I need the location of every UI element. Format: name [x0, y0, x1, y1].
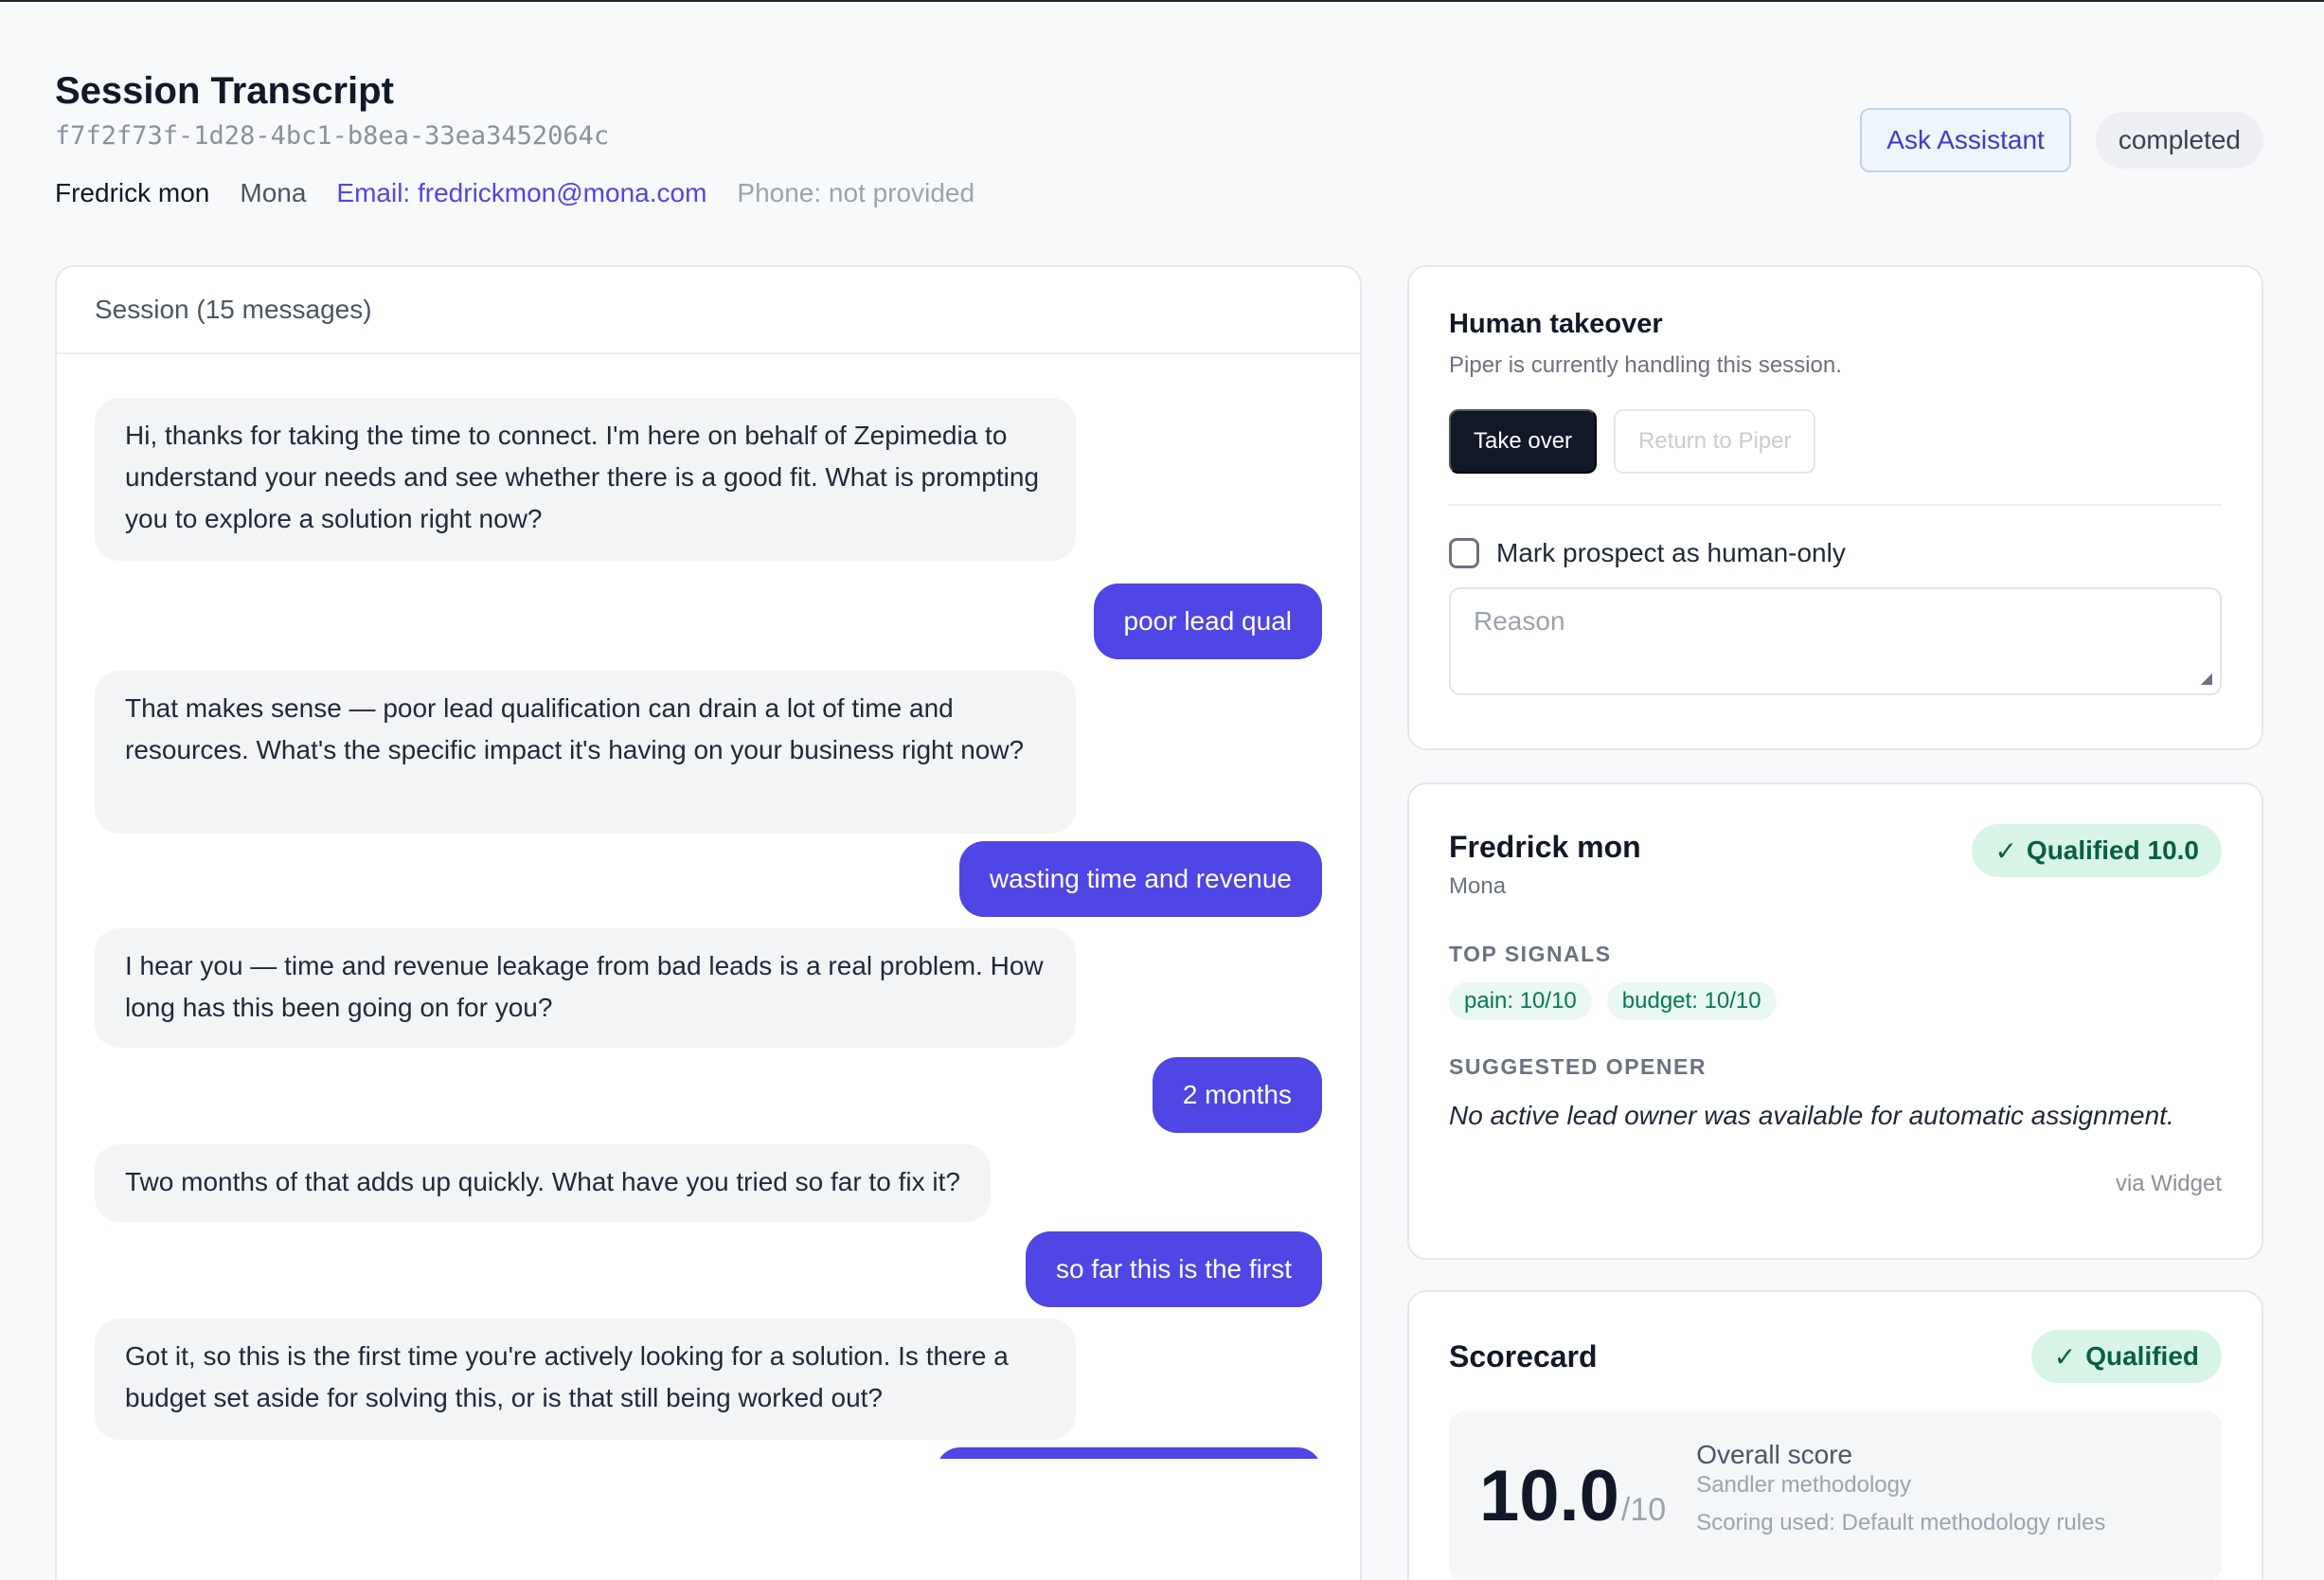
prospect-name: Fredrick mon: [55, 178, 210, 207]
human-takeover-panel: Human takeover Piper is currently handli…: [1407, 265, 2263, 750]
overall-score-box: 10.0 /10 Overall score Sandler methodolo…: [1449, 1411, 2222, 1580]
bot-message: Two months of that adds up quickly. What…: [95, 1144, 991, 1222]
prospect-company: Mona: [240, 178, 307, 207]
user-message: 2 months: [1152, 1057, 1322, 1133]
qualified-badge-label: Qualified 10.0: [2026, 835, 2199, 865]
score-max: /10: [1620, 1492, 1667, 1528]
score-meta: Overall score Sandler methodology Scorin…: [1696, 1437, 2105, 1541]
signal-chips: pain: 10/10 budget: 10/10: [1449, 982, 2222, 1020]
prospect-phone: Phone: not provided: [737, 178, 975, 207]
message-list[interactable]: Hi, thanks for taking the time to connec…: [57, 354, 1360, 1459]
user-message: [936, 1447, 1322, 1459]
scorecard-header: Scorecard ✓ Qualified: [1449, 1330, 2222, 1383]
bot-message: I hear you — time and revenue leakage fr…: [95, 928, 1076, 1048]
opener-heading: SUGGESTED OPENER: [1449, 1054, 1707, 1079]
transcript-header: Session (15 messages): [57, 267, 1360, 354]
qualified-badge: ✓ Qualified 10.0: [1972, 824, 2222, 877]
lead-header: Fredrick mon Mona ✓ Qualified 10.0: [1449, 824, 2222, 900]
lead-company: Mona: [1449, 873, 1507, 899]
scorecard-panel: Scorecard ✓ Qualified 10.0 /10 Overall s…: [1407, 1290, 2263, 1580]
signal-chip: pain: 10/10: [1449, 982, 1592, 1020]
reason-textarea[interactable]: Reason ◢: [1449, 587, 2222, 695]
return-to-piper-button[interactable]: Return to Piper: [1614, 409, 1816, 474]
bot-message: Got it, so this is the first time you're…: [95, 1319, 1076, 1440]
check-icon: ✓: [1994, 835, 2017, 866]
lead-summary-panel: Fredrick mon Mona ✓ Qualified 10.0 TOP S…: [1407, 782, 2263, 1260]
human-only-checkbox[interactable]: [1449, 538, 1479, 568]
score-rules: Scoring used: Default methodology rules: [1696, 1510, 2106, 1535]
takeover-title: Human takeover: [1449, 309, 1663, 339]
transcript-panel: Session (15 messages) Hi, thanks for tak…: [55, 265, 1362, 1580]
resize-grip-icon[interactable]: ◢: [2201, 669, 2212, 688]
scorecard-title: Scorecard: [1449, 1338, 1598, 1374]
status-badge: completed: [2095, 112, 2263, 169]
reason-placeholder: Reason: [1474, 606, 1565, 636]
divider: [1449, 504, 2222, 506]
bot-message: That makes sense — poor lead qualificati…: [95, 671, 1076, 834]
ask-assistant-button[interactable]: Ask Assistant: [1860, 108, 2071, 172]
user-message: wasting time and revenue: [958, 841, 1322, 917]
user-message: so far this is the first: [1026, 1231, 1322, 1307]
scorecard-badge-label: Qualified: [2085, 1341, 2199, 1371]
takeover-actions: Take over Return to Piper: [1449, 409, 2222, 474]
page-header: Session Transcript f7f2f73f-1d28-4bc1-b8…: [55, 64, 2263, 212]
prospect-meta: Fredrick mon Mona Email: fredrickmon@mon…: [55, 174, 2263, 212]
take-over-button[interactable]: Take over: [1449, 409, 1598, 474]
bot-message: Hi, thanks for taking the time to connec…: [95, 398, 1076, 561]
score-value: 10.0: [1479, 1456, 1619, 1536]
scorecard-badge: ✓ Qualified: [2030, 1330, 2222, 1383]
user-message: poor lead qual: [1093, 584, 1322, 659]
human-only-label: Mark prospect as human-only: [1496, 538, 1846, 567]
signal-chip: budget: 10/10: [1606, 982, 1777, 1020]
header-actions: Ask Assistant completed: [1860, 108, 2263, 172]
prospect-email-link[interactable]: Email: fredrickmon@mona.com: [336, 174, 706, 212]
overall-score: 10.0 /10: [1479, 1461, 1666, 1533]
suggested-opener: No active lead owner was available for a…: [1449, 1101, 2174, 1130]
lead-source: via Widget: [2115, 1171, 2222, 1196]
signals-heading: TOP SIGNALS: [1449, 942, 1612, 966]
human-only-option[interactable]: Mark prospect as human-only: [1449, 538, 2222, 568]
lead-name: Fredrick mon: [1449, 830, 1641, 864]
score-methodology: Sandler methodology: [1696, 1472, 1912, 1498]
check-icon: ✓: [2053, 1341, 2077, 1372]
takeover-subtitle: Piper is currently handling this session…: [1449, 352, 1842, 378]
